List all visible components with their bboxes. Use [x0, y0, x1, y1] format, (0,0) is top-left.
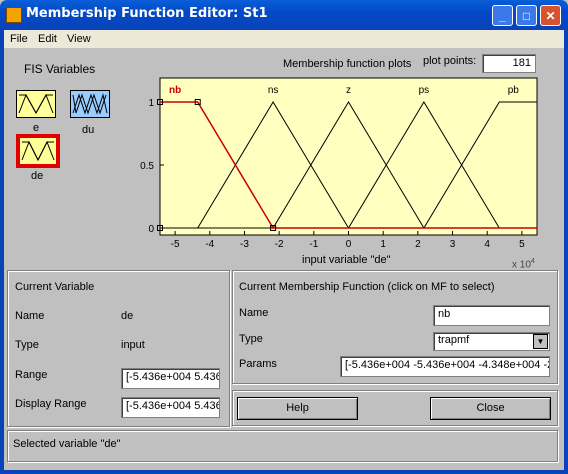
cv-type-value: input	[121, 339, 145, 351]
mf-name-label: Name	[239, 307, 269, 319]
mf-params-label: Params	[239, 358, 277, 370]
y-tick-label: 0.5	[140, 161, 154, 172]
exponent-power: 4	[530, 258, 535, 265]
current-variable-header: Current Variable	[15, 281, 95, 293]
x-axis-exponent: x 104	[512, 258, 535, 270]
status-text: Selected variable "de"	[13, 438, 121, 450]
x-tick-label: 4	[484, 239, 490, 250]
x-tick-label: 0	[346, 239, 352, 250]
x-tick-label: -3	[240, 239, 249, 250]
mf-type-value: trapmf	[438, 334, 470, 346]
chevron-down-icon[interactable]: ▼	[533, 334, 548, 349]
mf-label-z: z	[346, 85, 351, 96]
x-tick-label: -4	[205, 239, 214, 250]
x-tick-label: 5	[519, 239, 525, 250]
x-tick-label: 1	[380, 239, 386, 250]
current-mf-header: Current Membership Function (click on MF…	[239, 281, 495, 293]
cv-name-value: de	[121, 310, 134, 322]
mf-label-ps: ps	[419, 85, 430, 96]
cv-display-range-input[interactable]: [-5.436e+004 5.436e+004]	[121, 397, 220, 418]
membership-function-plot[interactable]: 0 0.5 1 -5 -4 -3 -2 -1 0 1 2 3 4 5 ns z ps pb nb	[0, 0, 568, 274]
mf-params-input[interactable]: [-5.436e+004 -5.436e+004 -4.348e+004 -2.…	[340, 356, 550, 377]
mf-label-ns: ns	[268, 85, 279, 96]
mf-type-select[interactable]: trapmf ▼	[433, 332, 550, 351]
close-button[interactable]: Close	[430, 397, 551, 420]
cv-range-label: Range	[15, 369, 48, 381]
help-button[interactable]: Help	[237, 397, 358, 420]
exponent-base: x 10	[512, 259, 531, 271]
mf-type-label: Type	[239, 333, 263, 345]
window-frame-bottom	[0, 470, 568, 474]
cv-type-label: Type	[15, 339, 39, 351]
cv-name-label: Name	[15, 310, 45, 322]
mf-label-pb: pb	[508, 85, 520, 96]
x-tick-label: -2	[275, 239, 284, 250]
x-tick-label: 2	[415, 239, 421, 250]
y-tick-label: 1	[148, 98, 154, 109]
mf-label-nb: nb	[169, 85, 181, 96]
x-tick-label: -5	[171, 239, 180, 250]
cv-range-input[interactable]: [-5.436e+004 5.436e+004]	[121, 368, 220, 389]
mf-name-input[interactable]: nb	[433, 305, 550, 326]
cv-display-range-label: Display Range	[15, 398, 87, 410]
x-tick-label: 3	[450, 239, 456, 250]
y-tick-label: 0	[148, 224, 154, 235]
x-axis-label: input variable "de"	[302, 254, 391, 266]
x-tick-label: -1	[309, 239, 318, 250]
